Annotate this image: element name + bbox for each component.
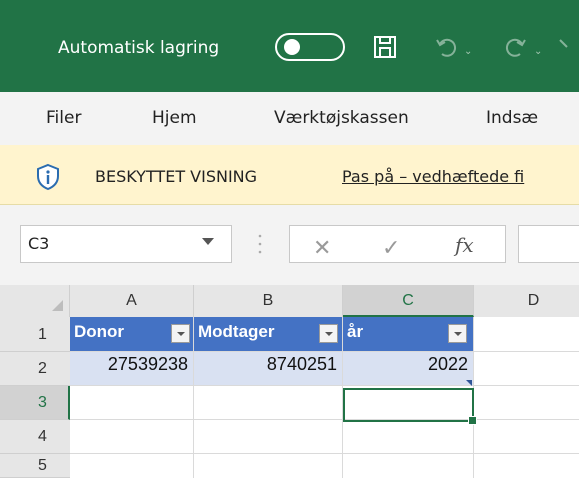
tab-indsaet[interactable]: Indsæ (486, 108, 538, 128)
grip-dots-icon (258, 234, 262, 254)
autosave-label: Automatisk lagring (58, 38, 220, 58)
undo-dropdown-icon[interactable]: ⌄ (464, 46, 472, 57)
insert-function-button[interactable]: fx (455, 233, 474, 257)
tab-vaerktoejskassen[interactable]: Værktøjskassen (274, 108, 409, 128)
cell-c4[interactable] (343, 420, 474, 454)
column-header-b[interactable]: B (194, 285, 343, 317)
protected-view-message-link[interactable]: Pas på – vedhæftede fi (342, 167, 524, 186)
formula-input[interactable] (518, 225, 579, 263)
cell-a4[interactable] (70, 420, 194, 454)
cell-d5[interactable] (474, 454, 579, 478)
cell-d3[interactable] (474, 386, 579, 420)
cell-d2[interactable] (474, 352, 579, 386)
autosave-toggle[interactable] (275, 33, 345, 61)
cell-b5[interactable] (194, 454, 343, 478)
redo-dropdown-icon[interactable]: ⌄ (534, 46, 542, 57)
cell-b2[interactable]: 8740251 (194, 352, 343, 386)
cell-a5[interactable] (70, 454, 194, 478)
row-header-3[interactable]: 3 (0, 386, 70, 420)
row-header-5[interactable]: 5 (0, 454, 70, 478)
column-header-a[interactable]: A (70, 285, 194, 317)
tab-filer[interactable]: Filer (46, 108, 81, 128)
name-box-value: C3 (28, 234, 50, 253)
save-icon[interactable] (372, 34, 398, 60)
name-box[interactable] (20, 225, 232, 263)
row-header-2[interactable]: 2 (0, 352, 70, 386)
cell-a3[interactable] (70, 386, 194, 420)
select-all-button[interactable] (0, 285, 70, 317)
cancel-icon[interactable]: ✕ (313, 236, 331, 261)
name-box-dropdown-icon[interactable] (202, 238, 214, 245)
cell-a2[interactable]: 27539238 (70, 352, 194, 386)
column-header-c[interactable]: C (343, 285, 474, 317)
select-all-icon (52, 300, 63, 311)
cell-b3[interactable] (194, 386, 343, 420)
redo-icon[interactable] (502, 34, 528, 60)
active-cell-selection[interactable] (343, 388, 474, 422)
cell-b4[interactable] (194, 420, 343, 454)
filter-dropdown-icon[interactable] (171, 324, 190, 343)
row-header-4[interactable]: 4 (0, 420, 70, 454)
row-header-1[interactable]: 1 (0, 317, 70, 352)
toggle-knob-icon (284, 39, 300, 55)
cell-c5[interactable] (343, 454, 474, 478)
cell-c2[interactable]: 2022 (343, 352, 474, 386)
column-header-d[interactable]: D (474, 285, 579, 317)
cell-d4[interactable] (474, 420, 579, 454)
protected-view-title: BESKYTTET VISNING (95, 167, 258, 186)
tab-hjem[interactable]: Hjem (152, 108, 197, 128)
filter-dropdown-icon[interactable] (448, 324, 467, 343)
shield-info-icon (37, 163, 59, 191)
enter-check-icon[interactable]: ✓ (382, 236, 400, 261)
excel-window: Automatisk lagring ⌄ ⌄ Filer Hjem Værktø… (0, 0, 579, 478)
filter-dropdown-icon[interactable] (319, 324, 338, 343)
cell-d1[interactable] (474, 317, 579, 352)
undo-icon[interactable] (434, 34, 460, 60)
more-icon[interactable] (557, 34, 579, 60)
fill-handle[interactable] (468, 416, 477, 425)
